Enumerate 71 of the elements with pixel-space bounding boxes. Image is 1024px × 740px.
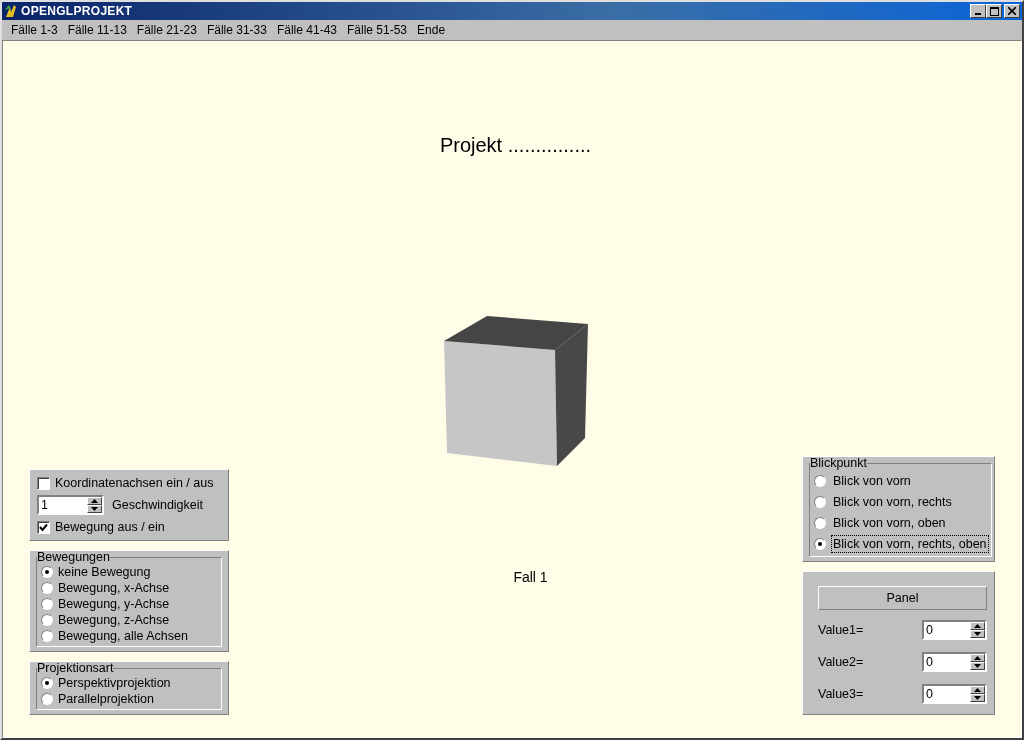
close-button[interactable] [1004,4,1020,18]
case-caption: Fall 1 [513,569,548,585]
app-icon [4,4,18,18]
menu-item[interactable]: Fälle 11-13 [62,23,132,37]
radio-label: Bewegung, y-Achse [58,597,170,611]
checkbox-label: Koordinatenachsen ein / aus [55,476,214,490]
spin-up-button[interactable] [970,654,985,662]
down-arrow-icon [91,507,98,511]
value-label: Value1= [818,623,864,637]
spin-down-button[interactable] [970,630,985,638]
up-arrow-icon [974,624,981,628]
close-icon [1008,7,1016,15]
menu-item[interactable]: Fälle 21-23 [131,23,202,37]
radio-label: Bewegung, x-Achse [58,581,170,595]
speed-label: Geschwindigkeit [112,498,203,512]
radio-button[interactable] [814,537,826,550]
value-label: Value2= [818,655,864,669]
checkbox-label: Bewegung aus / ein [55,520,165,534]
radio-label: Parallelprojektion [58,692,154,706]
radio-label: Blick von vorn, rechts, oben [831,534,989,553]
spin-up-button[interactable] [970,622,985,630]
down-arrow-icon [974,664,981,668]
down-arrow-icon [974,696,981,700]
spin-box[interactable]: 0 [922,620,987,640]
radio-button[interactable] [814,474,826,487]
group-title: Blickpunkt [810,457,867,470]
radio-label: Bewegung, alle Achsen [58,629,188,643]
radio-label: Perspektivprojektion [58,676,171,690]
radio-button[interactable] [41,598,53,610]
group-title: Bewegungen [37,551,110,564]
value-label: Value3= [818,687,864,701]
menu-item[interactable]: Fälle 31-33 [201,23,272,37]
radio-button[interactable] [41,566,53,578]
window-title: OPENGLPROJEKT [21,4,133,18]
spin-down-button[interactable] [970,662,985,670]
spin-box[interactable]: 0 [922,652,987,672]
spin-down-button[interactable] [87,505,102,513]
up-arrow-icon [974,688,981,692]
check-icon [39,522,48,532]
panel-button[interactable]: Panel [818,586,987,610]
radio-button[interactable] [41,614,53,626]
spin-down-button[interactable] [970,694,985,702]
radio-label: Bewegung, z-Achse [58,613,170,627]
menu-item[interactable]: Fälle 1-3 [6,23,63,37]
heading: Projekt ............... [439,134,592,157]
spin-up-button[interactable] [87,497,102,505]
spin-box[interactable]: 1 [37,495,104,515]
radio-label: Blick von vorn, rechts [832,493,953,511]
checkbox[interactable] [37,476,50,490]
down-arrow-icon [974,632,981,636]
radio-label: keine Bewegung [58,565,151,579]
group-title: Projektionsart [37,662,114,675]
radio-label: Blick von vorn [832,472,912,490]
up-arrow-icon [91,499,98,503]
radio-button[interactable] [41,693,53,705]
checkbox[interactable] [37,520,50,534]
menu-item[interactable]: Fälle 41-43 [271,23,342,37]
up-arrow-icon [974,656,981,660]
spin-box[interactable]: 0 [922,684,987,704]
menu-item[interactable]: Fälle 51-53 [342,23,413,37]
radio-label: Blick von vorn, oben [832,514,947,532]
radio-button[interactable] [814,516,826,529]
radio-button[interactable] [41,630,53,642]
minimize-button[interactable] [970,4,986,18]
radio-button[interactable] [41,677,53,689]
maximize-icon [989,6,999,16]
spin-up-button[interactable] [970,686,985,694]
radio-button[interactable] [41,582,53,594]
menu-item[interactable]: Ende [412,23,451,37]
maximize-button[interactable] [986,4,1002,18]
radio-button[interactable] [814,495,826,508]
